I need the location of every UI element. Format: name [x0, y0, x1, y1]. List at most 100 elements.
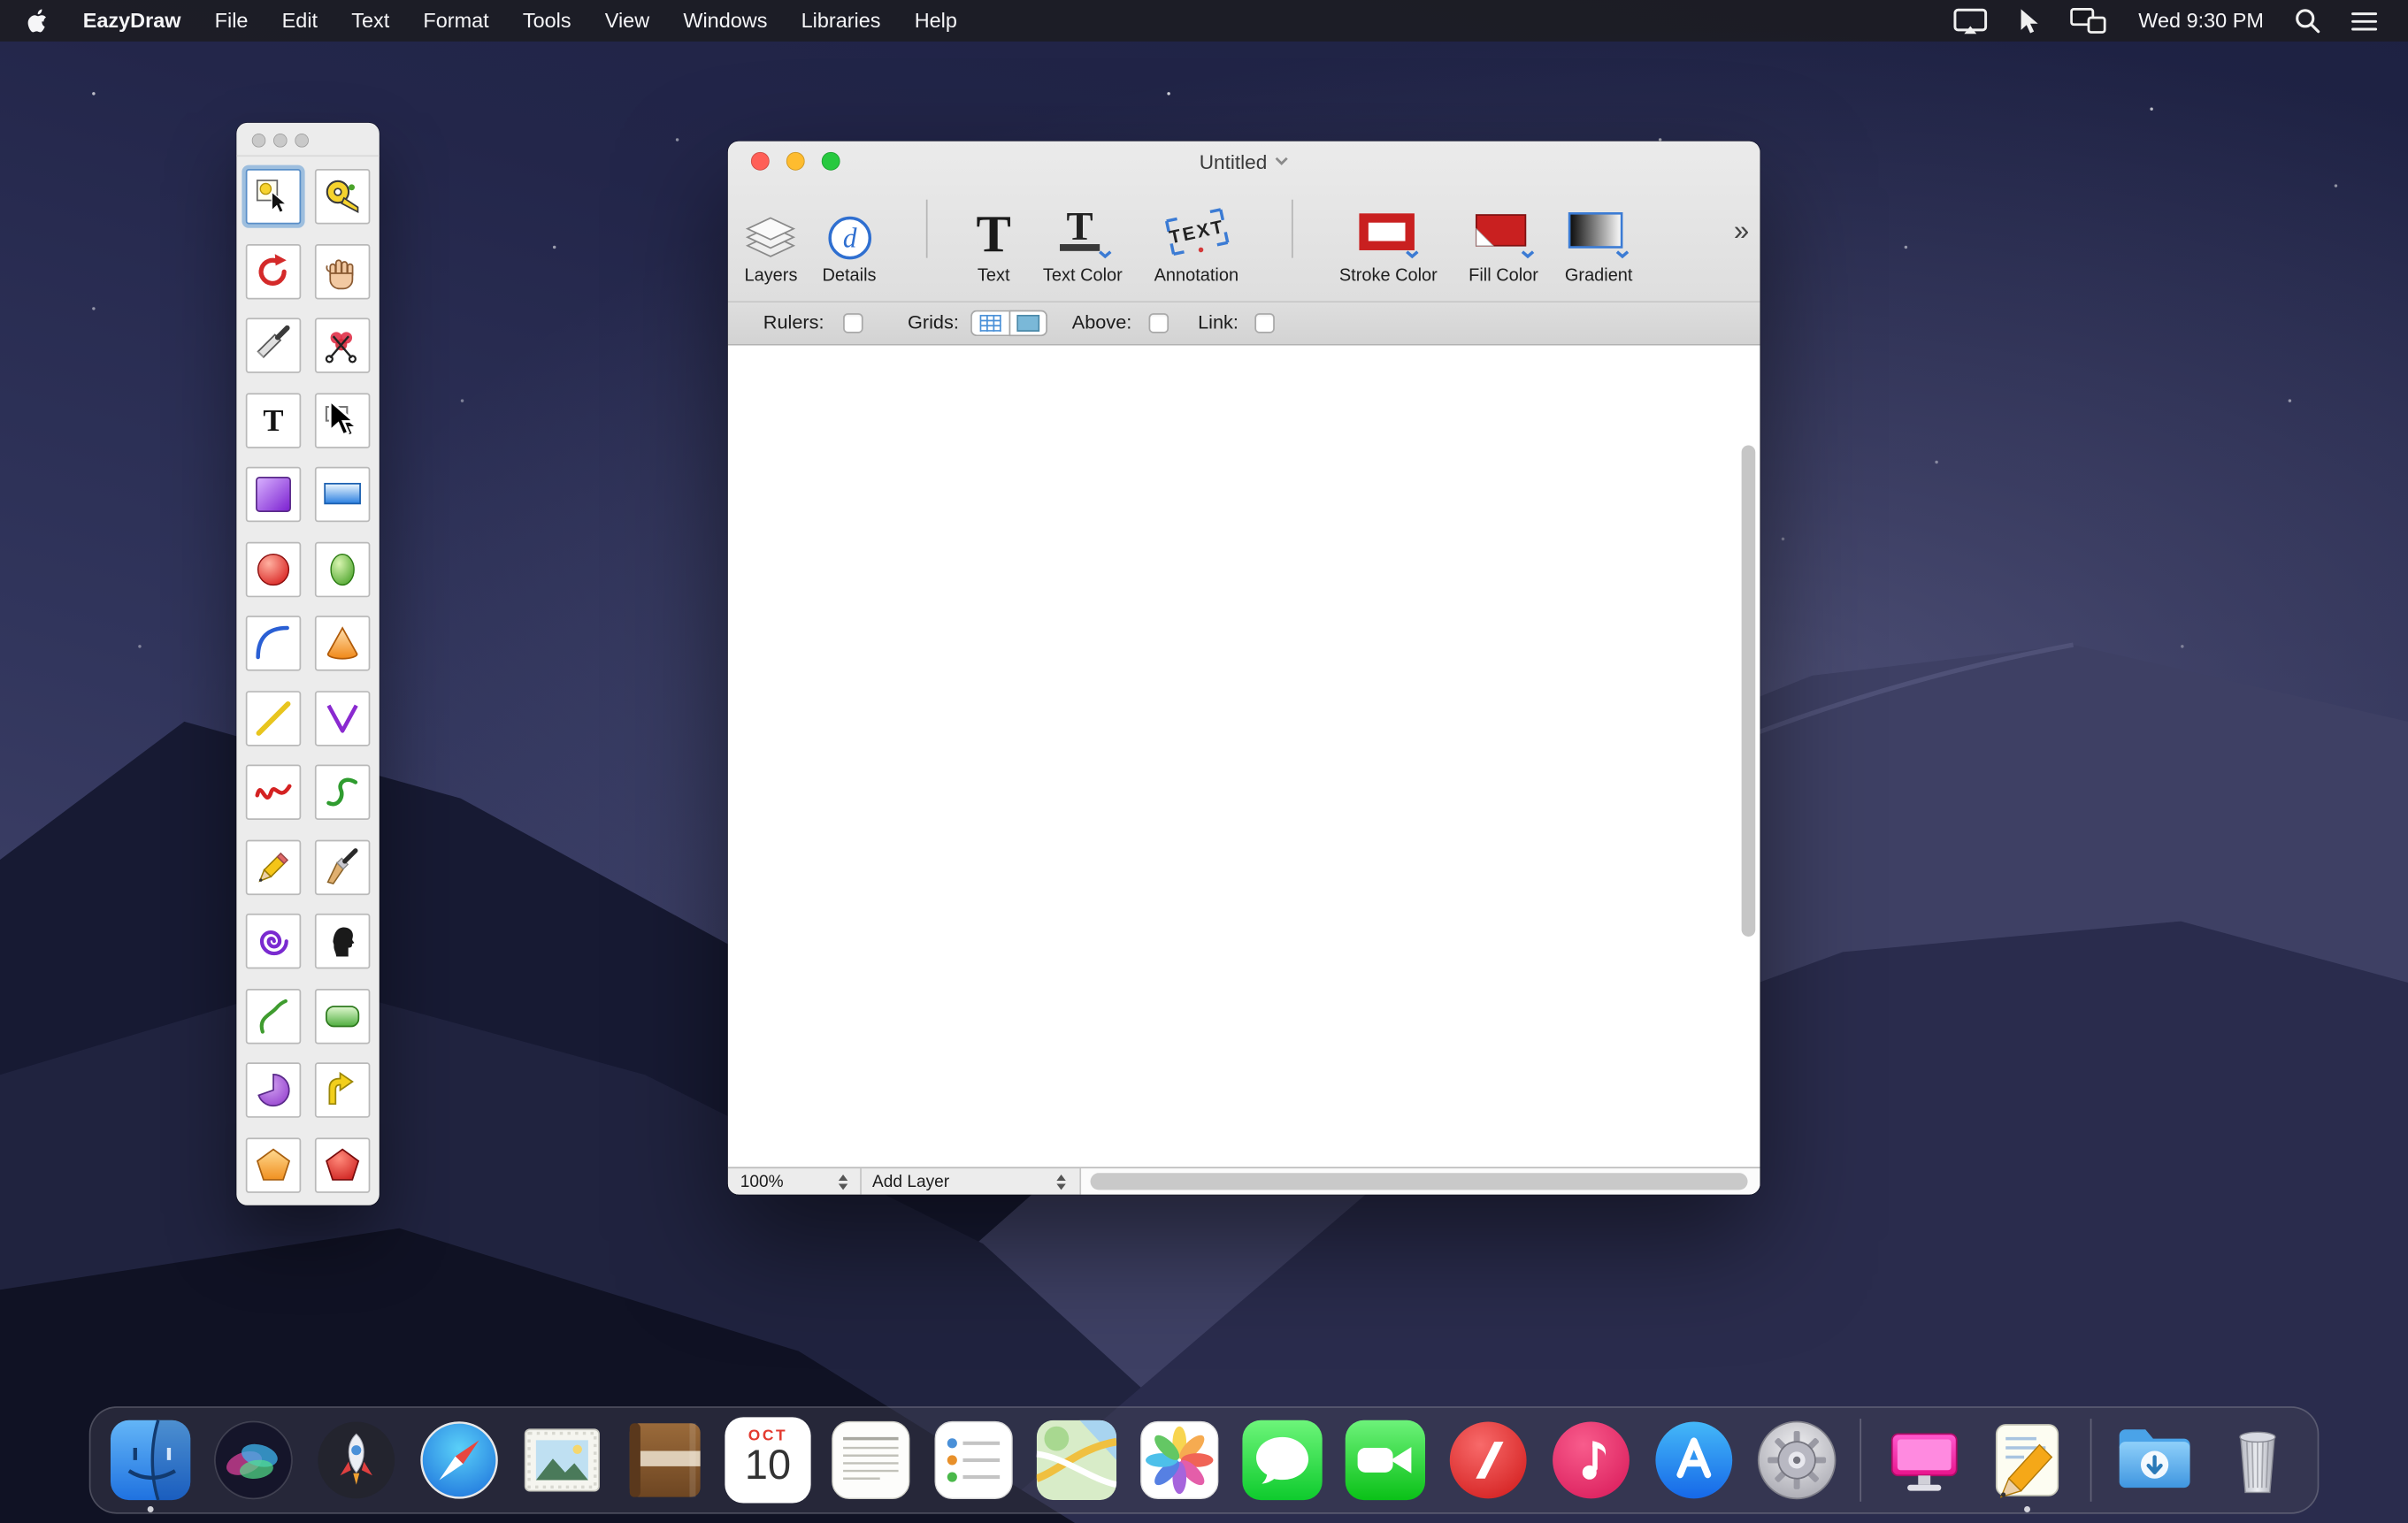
- grid-lines-button[interactable]: [970, 310, 1008, 337]
- tool-silhouette[interactable]: [315, 914, 370, 968]
- toolbar-divider: [926, 200, 928, 258]
- chevron-down-icon[interactable]: [1275, 157, 1289, 165]
- menu-edit[interactable]: Edit: [265, 9, 335, 32]
- toolbar-annotation-button[interactable]: TEXT Annotation: [1154, 190, 1239, 286]
- zoom-icon[interactable]: [295, 134, 309, 148]
- toolbar-text-color-button[interactable]: T Text Color: [1043, 190, 1123, 286]
- toolbar-label: Details: [822, 267, 876, 286]
- tool-curved-line[interactable]: [246, 988, 301, 1043]
- dock-maps[interactable]: [1033, 1417, 1119, 1503]
- tool-rectangle[interactable]: [246, 467, 301, 522]
- grid-color-swatch: [1016, 315, 1039, 332]
- displays-icon[interactable]: [2056, 8, 2123, 34]
- dock-trash[interactable]: [2214, 1417, 2300, 1503]
- tool-knife[interactable]: [246, 318, 301, 372]
- dock-downloads-folder[interactable]: [2112, 1417, 2197, 1503]
- tool-circle[interactable]: [246, 541, 301, 596]
- dock-photos[interactable]: [1137, 1417, 1223, 1503]
- dock-calendar[interactable]: OCT 10: [725, 1417, 810, 1503]
- drawing-canvas[interactable]: [728, 346, 1760, 1167]
- dock-mail-stamp[interactable]: [519, 1417, 605, 1503]
- menu-view[interactable]: View: [588, 9, 667, 32]
- close-icon[interactable]: [252, 134, 266, 148]
- menubar-menus: EazyDraw File Edit Text Format Tools Vie…: [0, 0, 974, 42]
- tool-fold-arrow[interactable]: [315, 1062, 370, 1117]
- toolbar-stroke-color-button[interactable]: Stroke Color: [1339, 190, 1438, 286]
- dock-itunes[interactable]: [1548, 1417, 1634, 1503]
- toolbar-layers-button[interactable]: Layers: [744, 190, 797, 286]
- dock-facetime[interactable]: [1342, 1417, 1428, 1503]
- tool-oval[interactable]: [315, 541, 370, 596]
- dock-launchpad[interactable]: [313, 1417, 399, 1503]
- dock-safari[interactable]: [416, 1417, 502, 1503]
- tool-spiral[interactable]: [246, 914, 301, 968]
- tool-rounded-rect[interactable]: [315, 988, 370, 1043]
- toolbar-overflow-button[interactable]: »: [1734, 215, 1748, 247]
- dock-eazydraw[interactable]: [1984, 1417, 2070, 1503]
- tool-brush[interactable]: [315, 839, 370, 894]
- tool-bezier-curve[interactable]: [315, 765, 370, 820]
- text-icon: T: [968, 190, 1020, 261]
- dock-messages[interactable]: [1239, 1417, 1325, 1503]
- dock-display-app[interactable]: [1882, 1417, 1967, 1503]
- pointer-device-icon[interactable]: [2004, 7, 2056, 34]
- tool-line[interactable]: [246, 690, 301, 745]
- tool-cut-scissors[interactable]: [315, 318, 370, 372]
- zoom-value: 100%: [740, 1172, 784, 1190]
- menu-format[interactable]: Format: [406, 9, 505, 32]
- tool-pentagon-orange[interactable]: [246, 1137, 301, 1192]
- zoom-popup[interactable]: 100%: [734, 1168, 854, 1195]
- tool-select[interactable]: [246, 169, 301, 224]
- menu-tools[interactable]: Tools: [506, 9, 588, 32]
- add-layer-popup[interactable]: Add Layer: [866, 1168, 1072, 1195]
- vertical-scrollbar-thumb[interactable]: [1742, 445, 1756, 937]
- link-checkbox[interactable]: [1254, 313, 1275, 333]
- tool-polyline[interactable]: [315, 690, 370, 745]
- tool-blue-rectangle[interactable]: [315, 467, 370, 522]
- menu-text[interactable]: Text: [334, 9, 406, 32]
- menu-libraries[interactable]: Libraries: [785, 9, 898, 32]
- tool-pie[interactable]: [246, 1062, 301, 1117]
- tool-cone[interactable]: [315, 616, 370, 670]
- toolbar-details-button[interactable]: d Details: [822, 190, 876, 286]
- above-checkbox[interactable]: [1149, 313, 1169, 333]
- notification-center-icon[interactable]: [2335, 10, 2392, 31]
- rulers-checkbox[interactable]: [843, 313, 863, 333]
- tool-measure[interactable]: [315, 169, 370, 224]
- dock-system-preferences[interactable]: [1754, 1417, 1840, 1503]
- airplay-display-icon[interactable]: [1939, 7, 2004, 34]
- tool-text[interactable]: T: [246, 393, 301, 448]
- menubar-clock[interactable]: Wed 9:30 PM: [2123, 9, 2279, 32]
- grid-color-button[interactable]: [1009, 310, 1047, 337]
- tool-pencil[interactable]: [246, 839, 301, 894]
- toolbar-gradient-button[interactable]: Gradient: [1565, 190, 1633, 286]
- tool-pentagon-red[interactable]: [315, 1137, 370, 1192]
- dock-app-store[interactable]: [1651, 1417, 1737, 1503]
- tool-pan-hand[interactable]: [315, 243, 370, 298]
- dock-finder[interactable]: [108, 1417, 194, 1503]
- tool-rotate[interactable]: [246, 243, 301, 298]
- horizontal-scrollbar[interactable]: [1081, 1168, 1760, 1195]
- app-menu-eazydraw[interactable]: EazyDraw: [66, 9, 198, 32]
- dock-news[interactable]: [1446, 1417, 1531, 1503]
- apple-menu[interactable]: [0, 8, 66, 34]
- menu-windows[interactable]: Windows: [666, 9, 784, 32]
- dock-reminders[interactable]: [931, 1417, 1016, 1503]
- toolbar-fill-color-button[interactable]: Fill Color: [1469, 190, 1538, 286]
- minimize-icon[interactable]: [273, 134, 288, 148]
- menu-file[interactable]: File: [198, 9, 265, 32]
- palette-titlebar[interactable]: [236, 123, 379, 157]
- spotlight-search-icon[interactable]: [2279, 8, 2335, 34]
- toolbar-label: Layers: [744, 267, 797, 286]
- dock-contacts-book[interactable]: [622, 1417, 708, 1503]
- menu-help[interactable]: Help: [898, 9, 974, 32]
- toolbar-text-button[interactable]: T Text: [968, 190, 1020, 286]
- tool-arc[interactable]: [246, 616, 301, 670]
- dock-siri[interactable]: [211, 1417, 296, 1503]
- link-label: Link:: [1198, 302, 1239, 344]
- dock-textedit[interactable]: [828, 1417, 914, 1503]
- horizontal-scrollbar-thumb[interactable]: [1091, 1173, 1748, 1190]
- titlebar[interactable]: Untitled: [728, 142, 1760, 181]
- window-header: Untitled Layers d Details: [728, 142, 1760, 302]
- tool-freehand-curve[interactable]: [246, 765, 301, 820]
